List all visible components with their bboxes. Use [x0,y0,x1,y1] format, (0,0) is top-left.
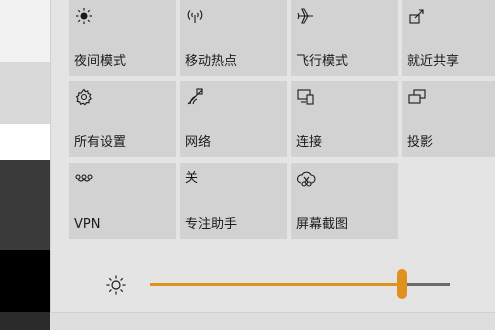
tile-label: 夜间模式 [74,54,127,69]
background-app-area [0,0,52,62]
focus-assist-icon: 关 [185,171,199,186]
screen: 夜间模式 移动热点 飞行模式 就近共享 所有设置 网络 连接 投影 VPN 关 … [0,0,495,330]
connect-icon [296,87,316,107]
background-app-area [0,312,52,330]
tile-nearby-sharing[interactable]: 就近共享 [402,0,495,76]
tile-label: 飞行模式 [296,54,349,69]
nearby-sharing-icon [407,6,427,26]
brightness-slider[interactable] [150,269,450,299]
tile-label: 屏幕截图 [296,217,349,232]
tile-screen-snip[interactable]: 屏幕截图 [291,163,398,239]
tile-mobile-hotspot[interactable]: 移动热点 [180,0,287,76]
tile-vpn[interactable]: VPN [69,163,176,239]
airplane-mode-icon [296,6,316,26]
vpn-icon [74,169,94,189]
tile-label: 所有设置 [74,135,127,150]
project-icon [407,87,427,107]
tile-label: 网络 [185,135,212,150]
tile-label: 投影 [407,135,434,150]
settings-gear-icon [74,87,94,107]
background-app-area [0,124,52,160]
tile-connect[interactable]: 连接 [291,81,398,157]
background-app-area [0,250,52,312]
tile-airplane-mode[interactable]: 飞行模式 [291,0,398,76]
tile-label: 连接 [296,135,323,150]
background-app-area [0,160,52,250]
network-icon [185,87,205,107]
panel-bottom-strip [50,312,495,330]
tile-all-settings[interactable]: 所有设置 [69,81,176,157]
brightness-control [50,260,495,310]
brightness-slider-fill [150,283,402,286]
background-app-area [0,62,52,124]
tile-focus-assist[interactable]: 关 专注助手 [180,163,287,239]
night-light-icon [74,6,94,26]
tile-label: VPN [74,217,101,232]
mobile-hotspot-icon [185,6,205,26]
tile-label: 专注助手 [185,217,238,232]
brightness-sun-icon [105,274,127,296]
brightness-slider-thumb[interactable] [397,269,407,299]
tile-night-light[interactable]: 夜间模式 [69,0,176,76]
screen-snip-icon [296,169,316,189]
tile-project[interactable]: 投影 [402,81,495,157]
tile-network[interactable]: 网络 [180,81,287,157]
tile-label: 移动热点 [185,54,238,69]
tile-label: 就近共享 [407,54,460,69]
